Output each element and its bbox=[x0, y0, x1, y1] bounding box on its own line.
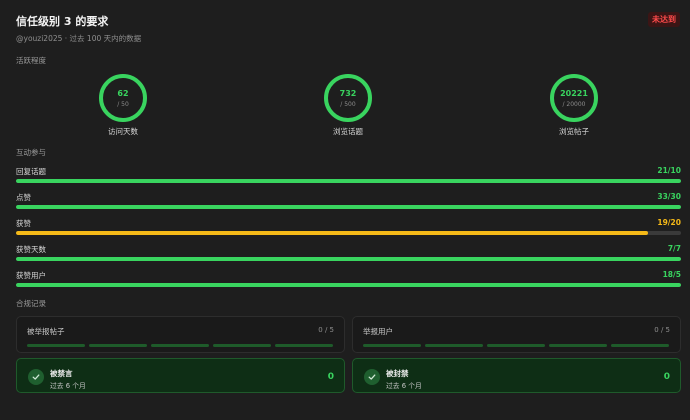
bar-value: 7/7 bbox=[667, 244, 681, 253]
report-card-users: 举报用户 0 / 5 bbox=[352, 316, 681, 353]
progress-fill bbox=[16, 283, 681, 287]
status-badge: 未达到 bbox=[648, 12, 680, 27]
progress-bar-liked-users bbox=[16, 283, 681, 287]
penalty-count: 0 bbox=[327, 372, 334, 382]
penalty-subtitle: 过去 6 个月 bbox=[50, 382, 86, 390]
penalty-title: 被禁言 bbox=[50, 369, 73, 378]
bar-label: 回复话题 bbox=[16, 167, 46, 176]
progress-bar-likes-received bbox=[16, 231, 681, 235]
progress-fill bbox=[16, 257, 681, 261]
report-segment bbox=[549, 344, 607, 347]
report-segment bbox=[487, 344, 545, 347]
ring-value: 732 bbox=[339, 89, 357, 98]
report-label: 举报用户 bbox=[363, 327, 393, 336]
ring-value: 62 bbox=[117, 89, 129, 98]
report-segment bbox=[27, 344, 85, 347]
progress-fill bbox=[16, 179, 681, 183]
bar-label: 获赞用户 bbox=[16, 271, 46, 280]
ring-target: / 50 bbox=[117, 101, 129, 108]
progress-fill bbox=[16, 231, 648, 235]
penalty-card-suspended: 被封禁 过去 6 个月 0 bbox=[352, 358, 681, 393]
ring-label: 浏览帖子 bbox=[559, 127, 589, 136]
report-segment bbox=[611, 344, 669, 347]
bar-value: 21/10 bbox=[657, 166, 681, 175]
progress-ring-posts-viewed: 20221 / 20000 bbox=[550, 74, 598, 122]
bar-label: 点赞 bbox=[16, 193, 31, 202]
penalty-card-silenced: 被禁言 过去 6 个月 0 bbox=[16, 358, 345, 393]
progress-ring-topics-viewed: 732 / 500 bbox=[324, 74, 372, 122]
section-label-compliance: 合规记录 bbox=[16, 299, 46, 308]
report-card-posts: 被举报帖子 0 / 5 bbox=[16, 316, 345, 353]
page-title: 信任级别 3 的要求 bbox=[16, 15, 109, 28]
checkmark-icon bbox=[364, 369, 380, 385]
report-count: 0 / 5 bbox=[318, 326, 334, 334]
ring-target: / 20000 bbox=[562, 101, 586, 108]
progress-bar-likes-given bbox=[16, 205, 681, 209]
bar-label: 获赞天数 bbox=[16, 245, 46, 254]
checkmark-icon bbox=[28, 369, 44, 385]
report-segment bbox=[275, 344, 333, 347]
report-label: 被举报帖子 bbox=[27, 327, 65, 336]
report-segment bbox=[151, 344, 209, 347]
bar-value: 19/20 bbox=[657, 218, 681, 227]
ring-label: 浏览话题 bbox=[333, 127, 363, 136]
penalty-title: 被封禁 bbox=[386, 369, 409, 378]
section-label-interaction: 互动参与 bbox=[16, 148, 46, 157]
report-segment bbox=[213, 344, 271, 347]
ring-target: / 500 bbox=[340, 101, 356, 108]
subtitle: @youzi2025 · 过去 100 天内的数据 bbox=[16, 34, 142, 43]
penalty-subtitle: 过去 6 个月 bbox=[386, 382, 422, 390]
report-segment bbox=[425, 344, 483, 347]
progress-fill bbox=[16, 205, 681, 209]
trust-level-panel: 信任级别 3 的要求 未达到 @youzi2025 · 过去 100 天内的数据… bbox=[0, 0, 690, 420]
bar-value: 18/5 bbox=[662, 270, 681, 279]
bar-value: 33/30 bbox=[657, 192, 681, 201]
report-count: 0 / 5 bbox=[654, 326, 670, 334]
ring-label: 访问天数 bbox=[108, 127, 138, 136]
progress-ring-visit-days: 62 / 50 bbox=[99, 74, 147, 122]
penalty-count: 0 bbox=[663, 372, 670, 382]
progress-bar-liked-days bbox=[16, 257, 681, 261]
bar-label: 获赞 bbox=[16, 219, 31, 228]
ring-value: 20221 bbox=[560, 89, 588, 98]
progress-bar-replies bbox=[16, 179, 681, 183]
report-segment bbox=[363, 344, 421, 347]
section-label-activity: 活跃程度 bbox=[16, 56, 46, 65]
report-segment bbox=[89, 344, 147, 347]
